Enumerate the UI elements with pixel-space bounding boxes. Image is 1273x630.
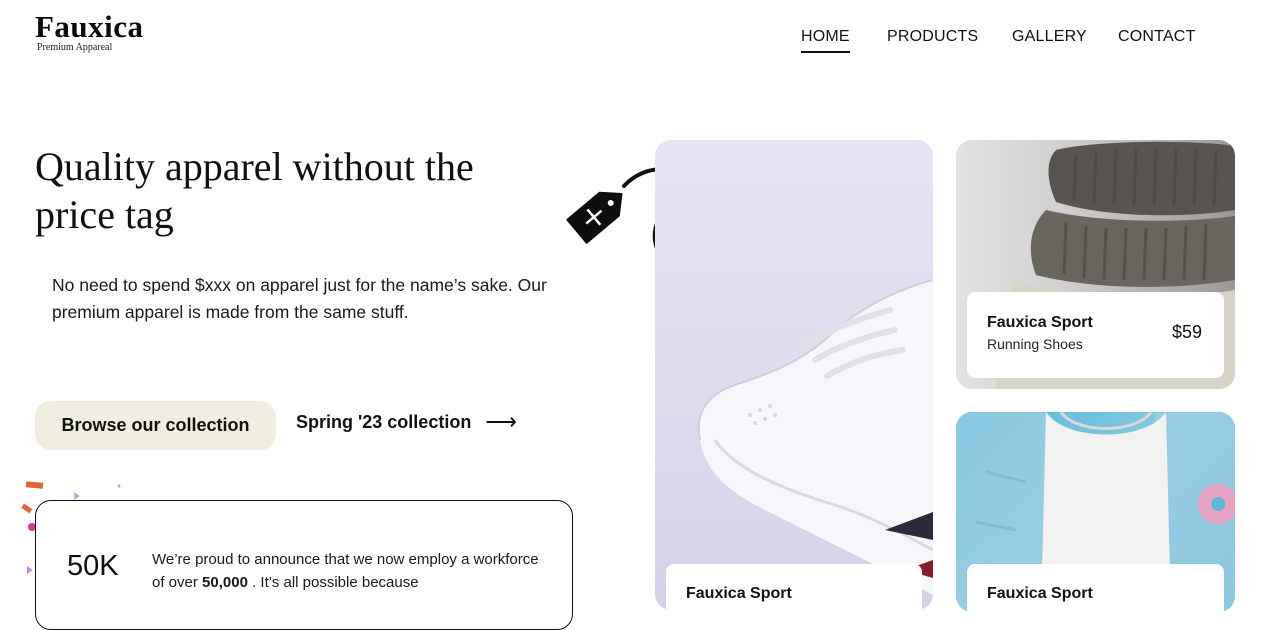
product-price: $59 (1171, 322, 1202, 342)
announcement-text: We’re proud to announce that we now empl… (152, 548, 552, 594)
brand-logo[interactable]: Fauxica Premium Appareal (35, 9, 144, 54)
product-name: Fauxica Sport (686, 585, 792, 602)
employee-stat: 50K (67, 550, 119, 582)
product-name: Fauxica Sport (987, 585, 1093, 602)
hero-description: No need to spend $xxx on apparel just fo… (52, 275, 547, 322)
spring-collection-label: Spring '23 collection (296, 412, 472, 432)
sneaker-image (697, 279, 933, 595)
nav-item-contact[interactable]: CONTACT (1118, 28, 1196, 53)
product-info-sweater: Fauxica Sport Running Shoes $59 (967, 292, 1224, 378)
nav-item-home[interactable]: HOME (801, 28, 850, 53)
product-card-shoe[interactable]: Fauxica Sport (655, 140, 933, 610)
nav-item-products[interactable]: PRODUCTS (887, 28, 978, 53)
hero-title: Quality apparel without the price tag (35, 144, 474, 237)
product-info-denim: Fauxica Sport (967, 564, 1224, 612)
nav-item-gallery[interactable]: GALLERY (1012, 28, 1087, 53)
product-info-shoe: Fauxica Sport (666, 564, 922, 610)
product-card-sweater[interactable]: Fauxica Sport Running Shoes $59 (956, 140, 1235, 389)
announcement-highlight: 50,000 (202, 574, 248, 591)
spring-collection-link[interactable]: Spring '23 collection ⟶ (296, 408, 517, 434)
brand-name: Fauxica (35, 9, 144, 44)
arrow-right-icon: ⟶ (485, 408, 517, 434)
browse-collection-button[interactable]: Browse our collection (35, 401, 276, 450)
product-card-denim[interactable]: Fauxica Sport (956, 412, 1235, 612)
announcement-text-after: . It’s all possible because (247, 574, 419, 591)
announcement-card: 50K We’re proud to announce that we now … (35, 500, 573, 630)
